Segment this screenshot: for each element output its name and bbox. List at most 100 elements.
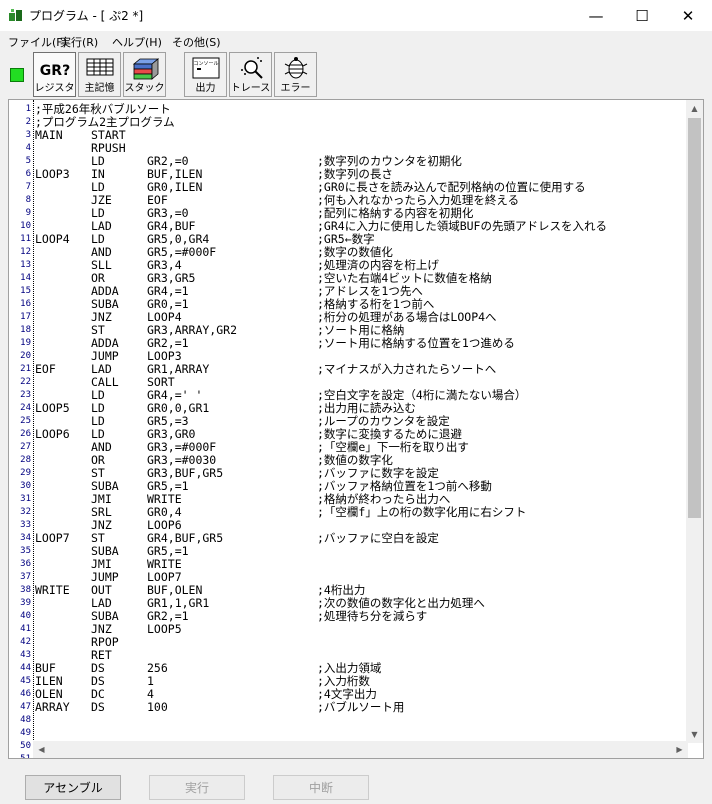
code-label: LOOP4 bbox=[35, 232, 70, 246]
line-number: 18 bbox=[20, 325, 31, 335]
code-label: LOOP3 bbox=[35, 167, 70, 181]
scroll-left-arrow-icon[interactable]: ◀ bbox=[33, 741, 50, 758]
line-number: 14 bbox=[20, 273, 31, 283]
line-number: 8 bbox=[25, 195, 31, 205]
code-label: ARRAY bbox=[35, 700, 70, 714]
menu-file[interactable]: ファイル(F) bbox=[8, 34, 67, 50]
line-number: 28 bbox=[20, 455, 31, 465]
line-number: 31 bbox=[20, 494, 31, 504]
abort-button[interactable]: 中断 bbox=[273, 775, 369, 800]
error-label: エラー bbox=[280, 83, 311, 94]
menu-help[interactable]: ヘルプ(H) bbox=[112, 34, 162, 50]
line-number: 26 bbox=[20, 429, 31, 439]
minimize-button[interactable]: — bbox=[573, 0, 619, 31]
error-button[interactable]: エラー bbox=[274, 52, 317, 97]
line-number: 10 bbox=[20, 221, 31, 231]
vertical-scrollbar[interactable]: ▲ ▼ bbox=[686, 100, 703, 743]
line-number: 19 bbox=[20, 338, 31, 348]
line-number: 27 bbox=[20, 442, 31, 452]
output-button[interactable]: コンソール 出力 bbox=[184, 52, 227, 97]
line-number: 42 bbox=[20, 637, 31, 647]
line-number: 7 bbox=[25, 182, 31, 192]
line-number: 40 bbox=[20, 611, 31, 621]
line-number: 34 bbox=[20, 533, 31, 543]
code-label: MAIN bbox=[35, 128, 63, 142]
line-number: 49 bbox=[20, 728, 31, 738]
line-number: 5 bbox=[25, 156, 31, 166]
line-number: 24 bbox=[20, 403, 31, 413]
scroll-up-arrow-icon[interactable]: ▲ bbox=[686, 100, 703, 117]
toolbar: GR? レジスタ 主記憶 スタック コンソール 出力 トレース エラー bbox=[0, 51, 712, 99]
memory-button[interactable]: 主記憶 bbox=[78, 52, 121, 97]
line-number: 38 bbox=[20, 585, 31, 595]
title-bar: プログラム - [ ぷ2 *] — ☐ ✕ bbox=[0, 0, 712, 31]
line-number: 45 bbox=[20, 676, 31, 686]
code-line: 49 bbox=[9, 727, 689, 740]
code-editor[interactable]: 1 ;平成26年秋バブルソート 2 ;プログラム2主プログラム 3 MAIN START 4 R… bbox=[8, 99, 704, 759]
line-number: 35 bbox=[20, 546, 31, 556]
line-number: 25 bbox=[20, 416, 31, 426]
code-line: 48 bbox=[9, 714, 689, 727]
line-number: 32 bbox=[20, 507, 31, 517]
code-label: WRITE bbox=[35, 583, 70, 597]
code-cmt: ;「空欄f」上の桁の数字化用に右シフト bbox=[317, 505, 527, 519]
code-arg: LOOP5 bbox=[147, 622, 182, 636]
line-number: 16 bbox=[20, 299, 31, 309]
horizontal-scrollbar[interactable]: ◀ ▶ bbox=[33, 741, 688, 758]
app-icon bbox=[9, 9, 22, 21]
line-number: 51 bbox=[20, 754, 31, 759]
close-button[interactable]: ✕ bbox=[665, 0, 711, 31]
status-led bbox=[10, 68, 24, 82]
line-number: 20 bbox=[20, 351, 31, 361]
stack-label: スタック bbox=[124, 83, 165, 94]
line-number: 4 bbox=[25, 143, 31, 153]
line-number: 15 bbox=[20, 286, 31, 296]
output-label: 出力 bbox=[195, 83, 216, 94]
code-label: LOOP5 bbox=[35, 401, 70, 415]
line-number: 1 bbox=[25, 104, 31, 114]
code-label: LOOP6 bbox=[35, 427, 70, 441]
line-number: 17 bbox=[20, 312, 31, 322]
minimize-icon: — bbox=[588, 6, 604, 25]
vertical-scroll-thumb[interactable] bbox=[688, 118, 701, 518]
line-number: 46 bbox=[20, 689, 31, 699]
line-number: 37 bbox=[20, 572, 31, 582]
register-button[interactable]: GR? レジスタ bbox=[33, 52, 76, 97]
code-cmt: ;ソート用に格納する位置を1つ進める bbox=[317, 336, 515, 350]
line-number: 47 bbox=[20, 702, 31, 712]
line-number: 3 bbox=[25, 130, 31, 140]
line-number: 39 bbox=[20, 598, 31, 608]
line-number: 30 bbox=[20, 481, 31, 491]
code-cmt: ;処理待ち分を減らす bbox=[317, 609, 428, 623]
line-number: 6 bbox=[25, 169, 31, 179]
line-number: 29 bbox=[20, 468, 31, 478]
memory-label: 主記憶 bbox=[84, 83, 115, 94]
code-line: 47 ARRAY DS 100 ;バブルソート用 bbox=[9, 701, 689, 714]
register-label: レジスタ bbox=[34, 83, 75, 94]
trace-button[interactable]: トレース bbox=[229, 52, 272, 97]
close-icon: ✕ bbox=[681, 6, 695, 25]
menu-other[interactable]: その他(S) bbox=[172, 34, 221, 50]
line-number: 13 bbox=[20, 260, 31, 270]
line-number: 9 bbox=[25, 208, 31, 218]
action-bar: アセンブル 実行 中断 bbox=[0, 768, 712, 804]
line-number: 21 bbox=[20, 364, 31, 374]
line-number: 43 bbox=[20, 650, 31, 660]
window-title: プログラム - [ ぷ2 *] bbox=[29, 9, 144, 23]
scroll-right-arrow-icon[interactable]: ▶ bbox=[671, 741, 688, 758]
code-label: EOF bbox=[35, 362, 56, 376]
scroll-down-arrow-icon[interactable]: ▼ bbox=[686, 726, 703, 743]
maximize-icon: ☐ bbox=[635, 6, 649, 25]
code-arg: 100 bbox=[147, 700, 168, 714]
line-number: 12 bbox=[20, 247, 31, 257]
line-number: 44 bbox=[20, 663, 31, 673]
line-number: 22 bbox=[20, 377, 31, 387]
assemble-button[interactable]: アセンブル bbox=[25, 775, 121, 800]
code-op: DS bbox=[91, 700, 105, 714]
maximize-button[interactable]: ☐ bbox=[619, 0, 665, 31]
line-number: 41 bbox=[20, 624, 31, 634]
menu-run[interactable]: 実行(R) bbox=[60, 34, 98, 50]
run-button[interactable]: 実行 bbox=[149, 775, 245, 800]
line-number: 11 bbox=[20, 234, 31, 244]
stack-button[interactable]: スタック bbox=[123, 52, 166, 97]
